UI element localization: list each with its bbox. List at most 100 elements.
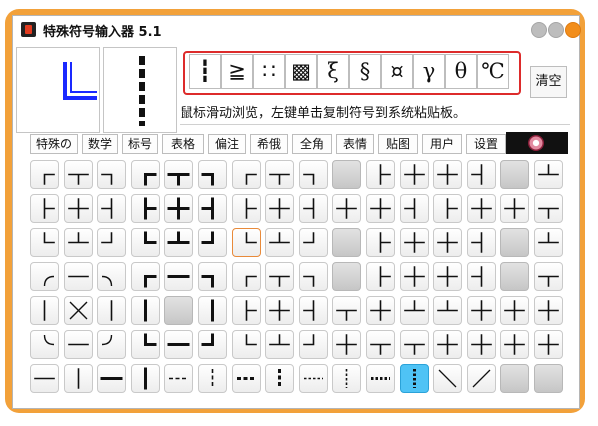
- grid-cell[interactable]: [265, 160, 294, 189]
- grid-cell[interactable]: [433, 296, 462, 325]
- tab-8[interactable]: 贴图: [378, 134, 418, 154]
- grid-cell[interactable]: [30, 364, 59, 393]
- tab-1[interactable]: 数学: [82, 134, 118, 154]
- grid-cell[interactable]: [400, 364, 429, 393]
- grid-cell[interactable]: [332, 194, 361, 223]
- grid-cell[interactable]: [366, 296, 395, 325]
- grid-cell[interactable]: [299, 364, 328, 393]
- grid-cell[interactable]: [97, 296, 126, 325]
- grid-cell[interactable]: [232, 330, 261, 359]
- grid-cell[interactable]: [366, 194, 395, 223]
- grid-cell[interactable]: [467, 228, 496, 257]
- grid-cell[interactable]: [366, 160, 395, 189]
- grid-cell[interactable]: [433, 364, 462, 393]
- grid-cell[interactable]: [299, 330, 328, 359]
- grid-cell[interactable]: [467, 364, 496, 393]
- tab-4[interactable]: 偏注: [208, 134, 246, 154]
- grid-cell[interactable]: [265, 364, 294, 393]
- grid-cell[interactable]: [198, 262, 227, 291]
- symbol-button[interactable]: γ: [413, 54, 445, 89]
- grid-cell[interactable]: [30, 194, 59, 223]
- minimize-button[interactable]: [531, 22, 547, 38]
- symbol-button[interactable]: ▩: [285, 54, 317, 89]
- grid-cell[interactable]: [534, 194, 563, 223]
- close-button[interactable]: [565, 22, 581, 38]
- grid-cell[interactable]: [97, 160, 126, 189]
- grid-cell[interactable]: [198, 160, 227, 189]
- grid-cell[interactable]: [131, 330, 160, 359]
- grid-cell[interactable]: [299, 262, 328, 291]
- grid-cell[interactable]: [265, 296, 294, 325]
- grid-cell[interactable]: [467, 330, 496, 359]
- grid-cell[interactable]: [131, 364, 160, 393]
- grid-cell[interactable]: [265, 228, 294, 257]
- grid-cell[interactable]: [131, 194, 160, 223]
- grid-cell[interactable]: [265, 330, 294, 359]
- grid-cell[interactable]: [198, 330, 227, 359]
- grid-cell[interactable]: [332, 330, 361, 359]
- grid-cell[interactable]: [534, 262, 563, 291]
- tab-5[interactable]: 希俄: [250, 134, 288, 154]
- grid-cell[interactable]: [366, 364, 395, 393]
- grid-cell[interactable]: [30, 160, 59, 189]
- grid-cell[interactable]: [64, 228, 93, 257]
- symbol-button[interactable]: ┇: [189, 54, 221, 89]
- grid-cell[interactable]: [467, 194, 496, 223]
- grid-cell[interactable]: [131, 296, 160, 325]
- grid-cell[interactable]: [534, 296, 563, 325]
- tab-7[interactable]: 表情: [336, 134, 374, 154]
- grid-cell[interactable]: [30, 262, 59, 291]
- grid-cell[interactable]: [64, 330, 93, 359]
- grid-cell[interactable]: [400, 194, 429, 223]
- grid-cell[interactable]: [400, 262, 429, 291]
- grid-cell[interactable]: [30, 296, 59, 325]
- grid-cell[interactable]: [433, 160, 462, 189]
- grid-cell[interactable]: [400, 330, 429, 359]
- symbol-button[interactable]: θ: [445, 54, 477, 89]
- grid-cell[interactable]: [332, 296, 361, 325]
- tab-6[interactable]: 全角: [292, 134, 332, 154]
- grid-cell[interactable]: [198, 296, 227, 325]
- grid-cell[interactable]: [534, 228, 563, 257]
- grid-cell[interactable]: [164, 228, 193, 257]
- grid-cell[interactable]: [467, 262, 496, 291]
- grid-cell[interactable]: [198, 194, 227, 223]
- grid-cell[interactable]: [433, 228, 462, 257]
- grid-cell[interactable]: [232, 194, 261, 223]
- grid-cell[interactable]: [198, 228, 227, 257]
- grid-cell[interactable]: [500, 296, 529, 325]
- grid-cell[interactable]: [64, 262, 93, 291]
- grid-cell[interactable]: [131, 262, 160, 291]
- grid-cell[interactable]: [400, 160, 429, 189]
- grid-cell[interactable]: [265, 194, 294, 223]
- image-thumbnail[interactable]: [506, 132, 568, 154]
- tab-2[interactable]: 标号: [122, 134, 158, 154]
- symbol-button[interactable]: ξ: [317, 54, 349, 89]
- grid-cell[interactable]: [97, 228, 126, 257]
- grid-cell[interactable]: [400, 296, 429, 325]
- tab-3[interactable]: 表格: [162, 134, 204, 154]
- grid-cell[interactable]: [299, 228, 328, 257]
- grid-cell[interactable]: [299, 160, 328, 189]
- maximize-button[interactable]: [548, 22, 564, 38]
- grid-cell[interactable]: [97, 364, 126, 393]
- grid-cell[interactable]: [232, 262, 261, 291]
- grid-cell[interactable]: [164, 160, 193, 189]
- tab-10[interactable]: 设置: [466, 134, 506, 154]
- grid-cell[interactable]: [131, 228, 160, 257]
- grid-cell[interactable]: [500, 330, 529, 359]
- grid-cell[interactable]: [131, 160, 160, 189]
- title-bar[interactable]: 特殊符号输入器 5.1: [13, 16, 581, 42]
- symbol-button[interactable]: ∷: [253, 54, 285, 89]
- tab-0[interactable]: 特殊の: [30, 134, 78, 154]
- grid-cell[interactable]: [30, 330, 59, 359]
- grid-cell[interactable]: [232, 160, 261, 189]
- grid-cell[interactable]: [198, 364, 227, 393]
- grid-cell[interactable]: [97, 262, 126, 291]
- grid-cell[interactable]: [265, 262, 294, 291]
- grid-cell[interactable]: [232, 228, 261, 257]
- grid-cell[interactable]: [164, 364, 193, 393]
- grid-cell[interactable]: [164, 262, 193, 291]
- grid-cell[interactable]: [433, 262, 462, 291]
- grid-cell[interactable]: [64, 160, 93, 189]
